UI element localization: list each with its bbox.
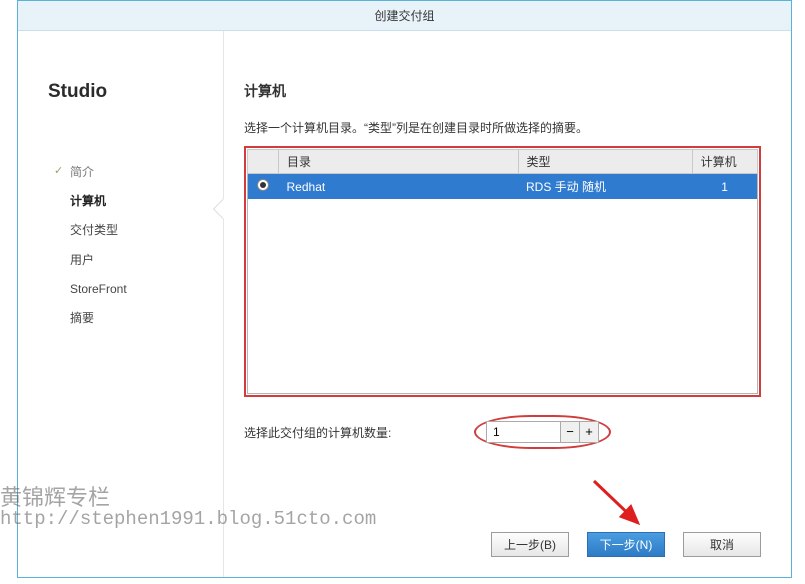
row-directory: Redhat xyxy=(279,174,518,200)
current-step-pointer-icon xyxy=(214,199,224,219)
nav-step-label: 用户 xyxy=(70,253,94,267)
next-button[interactable]: 下一步(N) xyxy=(587,532,665,557)
quantity-stepper-highlight: − + xyxy=(474,415,611,449)
col-header-directory: 目录 xyxy=(279,150,518,174)
table-empty-area xyxy=(247,199,758,394)
nav-step-users[interactable]: 用户 xyxy=(48,246,223,275)
col-header-select xyxy=(248,150,279,174)
nav-step-intro[interactable]: 简介 xyxy=(48,158,223,187)
quantity-input[interactable] xyxy=(486,421,561,443)
nav-step-label: 简介 xyxy=(70,165,94,179)
nav-step-label: 交付类型 xyxy=(70,223,118,237)
row-type: RDS 手动 随机 xyxy=(518,174,692,200)
catalog-table-highlight: 目录 类型 计算机 Redhat RDS 手动 随机 1 xyxy=(244,146,761,397)
col-header-count: 计算机 xyxy=(692,150,757,174)
wizard-sidebar: Studio 简介 计算机 交付类型 用户 StoreFront 摘要 xyxy=(18,31,223,577)
radio-selected-icon xyxy=(257,179,269,191)
quantity-label: 选择此交付组的计算机数量: xyxy=(244,424,424,441)
quantity-increment-button[interactable]: + xyxy=(579,421,599,443)
table-row[interactable]: Redhat RDS 手动 随机 1 xyxy=(248,174,758,200)
row-radio-cell[interactable] xyxy=(248,174,279,200)
page-title: 计算机 xyxy=(244,81,761,101)
quantity-row: 选择此交付组的计算机数量: − + xyxy=(244,415,761,449)
nav-step-summary[interactable]: 摘要 xyxy=(48,304,223,333)
quantity-decrement-button[interactable]: − xyxy=(560,421,580,443)
nav-step-label: 摘要 xyxy=(70,311,94,325)
nav-step-label: StoreFront xyxy=(70,282,127,296)
nav-step-delivery-type[interactable]: 交付类型 xyxy=(48,216,223,245)
window-title: 创建交付组 xyxy=(374,9,434,23)
wizard-main-panel: 计算机 选择一个计算机目录。“类型”列是在创建目录时所做选择的摘要。 目录 类型… xyxy=(223,31,791,577)
row-count: 1 xyxy=(692,174,757,200)
catalog-table: 目录 类型 计算机 Redhat RDS 手动 随机 1 xyxy=(247,149,758,200)
dialog-content: Studio 简介 计算机 交付类型 用户 StoreFront 摘要 计算机 xyxy=(18,31,791,577)
dialog-window: 创建交付组 Studio 简介 计算机 交付类型 用户 StoreFront 摘… xyxy=(17,0,792,578)
nav-step-storefront[interactable]: StoreFront xyxy=(48,275,223,304)
cancel-button[interactable]: 取消 xyxy=(683,532,761,557)
window-titlebar: 创建交付组 xyxy=(18,1,791,31)
nav-step-label: 计算机 xyxy=(70,194,106,208)
back-button[interactable]: 上一步(B) xyxy=(491,532,569,557)
brand-label: Studio xyxy=(48,81,223,103)
wizard-footer: 上一步(B) 下一步(N) 取消 xyxy=(244,512,761,557)
instruction-text: 选择一个计算机目录。“类型”列是在创建目录时所做选择的摘要。 xyxy=(244,119,761,136)
col-header-type: 类型 xyxy=(518,150,692,174)
nav-step-machines[interactable]: 计算机 xyxy=(48,187,223,216)
